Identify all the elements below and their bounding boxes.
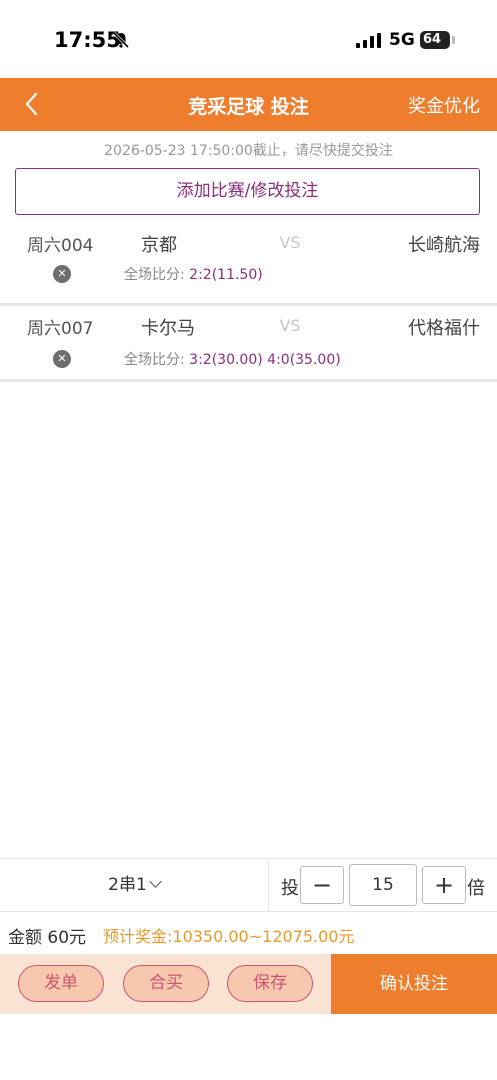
signal-icon — [356, 33, 381, 48]
bet-odds: 3:2(30.00) 4:0(35.00) — [189, 352, 341, 368]
summary-bar: 金额 60元 预计奖金:10350.00~12075.00元 — [0, 912, 497, 954]
battery-tip — [452, 36, 455, 44]
network-type: 5G — [389, 30, 415, 50]
bei-label: 倍 — [467, 878, 485, 899]
group-buy-button[interactable]: 合买 — [123, 965, 209, 1002]
bet-selection: 全场比分: 3:2(30.00) 4:0(35.00) — [124, 349, 341, 369]
deadline-notice: 2026-05-23 17:50:00截止，请尽快提交投注 — [104, 143, 393, 159]
match-row: 周六007 卡尔马 VS 代格福什 ✕ 全场比分: 3:2(30.00) 4:0… — [0, 300, 497, 382]
save-button[interactable]: 保存 — [227, 965, 313, 1002]
status-bar: 17:55 5G 64 — [0, 0, 497, 78]
decrease-multiplier-button[interactable]: − — [300, 866, 344, 904]
publish-button[interactable]: 发单 — [18, 965, 104, 1002]
bet-label: 全场比分: — [124, 267, 185, 283]
confirm-bet-button[interactable]: 确认投注 — [331, 954, 497, 1014]
add-match-button[interactable]: 添加比赛/修改投注 — [15, 168, 480, 215]
bet-selection: 全场比分: 2:2(11.50) — [124, 264, 263, 284]
remove-match-icon[interactable]: ✕ — [53, 265, 71, 283]
pass-type-selector[interactable]: 2串1 — [0, 859, 269, 911]
action-bar: 发单 合买 保存 确认投注 — [0, 954, 497, 1014]
away-team: 长崎航海 — [408, 235, 480, 256]
estimated-prize: 预计奖金:10350.00~12075.00元 — [103, 927, 355, 946]
match-row: 周六004 京都 VS 长崎航海 ✕ 全场比分: 2:2(11.50) — [0, 224, 497, 306]
bet-label: 全场比分: — [124, 352, 185, 368]
away-team: 代格福什 — [408, 318, 480, 339]
tou-label: 投 — [281, 878, 299, 899]
pass-type-label: 2串1 — [108, 875, 147, 895]
nav-bar: 竞采足球 投注 奖金优化 — [0, 78, 497, 131]
status-time: 17:55 — [54, 28, 121, 52]
bet-odds: 2:2(11.50) — [189, 267, 263, 283]
bonus-optimize-button[interactable]: 奖金优化 — [408, 92, 480, 118]
battery-icon: 64 — [420, 31, 450, 49]
increase-multiplier-button[interactable]: + — [422, 866, 466, 904]
bell-muted-icon — [112, 31, 130, 49]
remove-match-icon[interactable]: ✕ — [53, 350, 71, 368]
chevron-down-icon — [148, 875, 162, 888]
bet-settings-bar: 2串1 投 − + 倍 — [0, 858, 497, 912]
bet-amount: 金额 60元 — [8, 928, 87, 948]
multiplier-input[interactable] — [349, 864, 417, 906]
